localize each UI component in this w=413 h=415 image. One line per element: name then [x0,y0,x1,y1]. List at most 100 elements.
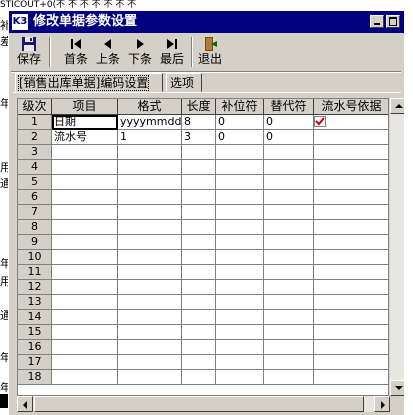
empty-cell[interactable] [118,280,182,295]
empty-cell[interactable] [264,280,314,295]
empty-cell[interactable] [216,220,264,235]
empty-cell[interactable] [52,145,118,160]
scroll-up-button[interactable] [390,98,404,114]
maximize-button[interactable] [386,15,400,28]
empty-cell[interactable] [264,265,314,280]
empty-cell[interactable] [264,205,314,220]
empty-cell[interactable] [118,370,182,385]
empty-cell[interactable] [314,265,388,280]
row-header[interactable]: 9 [18,235,52,250]
empty-cell[interactable] [52,235,118,250]
empty-cell[interactable] [52,295,118,310]
scroll-thumb[interactable] [34,396,364,412]
last-record-button[interactable]: 最后 [157,35,187,69]
empty-cell[interactable] [314,325,388,340]
empty-cell[interactable] [314,310,388,325]
empty-cell[interactable] [314,220,388,235]
cell-format[interactable]: yyyymmdd [118,115,182,130]
empty-cell[interactable] [216,325,264,340]
empty-cell[interactable] [314,340,388,355]
empty-cell[interactable] [314,250,388,265]
row-header[interactable]: 16 [18,340,52,355]
empty-cell[interactable] [182,235,216,250]
empty-cell[interactable] [314,190,388,205]
empty-cell[interactable] [216,340,264,355]
empty-cell[interactable] [182,295,216,310]
empty-cell[interactable] [52,325,118,340]
previous-record-button[interactable]: 上条 [93,35,123,69]
empty-cell[interactable] [264,340,314,355]
vertical-scrollbar[interactable] [390,98,404,396]
empty-cell[interactable] [182,205,216,220]
empty-cell[interactable] [314,280,388,295]
empty-cell[interactable] [118,355,182,370]
empty-cell[interactable] [118,160,182,175]
cell-replace[interactable]: 0 [264,130,314,145]
checkmark-icon[interactable] [314,116,326,127]
horizontal-scrollbar[interactable] [17,396,390,412]
empty-cell[interactable] [182,265,216,280]
column-header-level[interactable]: 级次 [18,99,52,115]
scroll-down-button[interactable] [390,380,404,396]
empty-cell[interactable] [264,310,314,325]
empty-cell[interactable] [118,310,182,325]
tab-code-settings[interactable]: [销售出库单据]编码设置 [15,73,163,92]
empty-cell[interactable] [264,175,314,190]
row-header[interactable]: 13 [18,295,52,310]
cell-item[interactable]: 流水号 [52,130,118,145]
cell-pad[interactable]: 0 [216,130,264,145]
tab-options[interactable]: 选项 [166,73,202,92]
empty-cell[interactable] [52,310,118,325]
empty-cell[interactable] [216,310,264,325]
minimize-button[interactable] [370,15,384,28]
next-record-button[interactable]: 下条 [125,35,155,69]
empty-cell[interactable] [216,190,264,205]
empty-cell[interactable] [216,175,264,190]
row-header[interactable]: 15 [18,325,52,340]
row-header[interactable]: 2 [18,130,52,145]
empty-cell[interactable] [216,265,264,280]
empty-cell[interactable] [314,295,388,310]
empty-cell[interactable] [216,160,264,175]
empty-cell[interactable] [314,175,388,190]
row-header[interactable]: 14 [18,310,52,325]
empty-cell[interactable] [52,250,118,265]
row-header[interactable]: 7 [18,205,52,220]
empty-cell[interactable] [216,205,264,220]
empty-cell[interactable] [118,340,182,355]
empty-cell[interactable] [216,235,264,250]
row-header[interactable]: 3 [18,145,52,160]
row-header[interactable]: 1 [18,115,52,130]
empty-cell[interactable] [264,295,314,310]
empty-cell[interactable] [182,355,216,370]
empty-cell[interactable] [52,160,118,175]
cell-pad[interactable]: 0 [216,115,264,130]
empty-cell[interactable] [118,205,182,220]
cell-format[interactable]: 1 [118,130,182,145]
empty-cell[interactable] [52,370,118,385]
empty-cell[interactable] [182,220,216,235]
empty-cell[interactable] [314,235,388,250]
empty-cell[interactable] [314,370,388,385]
empty-cell[interactable] [182,280,216,295]
column-header-replace[interactable]: 替代符 [264,99,314,115]
empty-cell[interactable] [216,355,264,370]
empty-cell[interactable] [216,145,264,160]
row-header[interactable]: 17 [18,355,52,370]
row-header[interactable]: 11 [18,265,52,280]
first-record-button[interactable]: 首条 [61,35,91,69]
empty-cell[interactable] [264,190,314,205]
row-header[interactable]: 12 [18,280,52,295]
column-header-format[interactable]: 格式 [118,99,182,115]
empty-cell[interactable] [264,370,314,385]
empty-cell[interactable] [118,175,182,190]
save-button[interactable]: 保存 [13,35,45,69]
empty-cell[interactable] [118,250,182,265]
empty-cell[interactable] [182,160,216,175]
empty-cell[interactable] [314,355,388,370]
empty-cell[interactable] [264,235,314,250]
empty-cell[interactable] [52,190,118,205]
empty-cell[interactable] [264,160,314,175]
row-header[interactable]: 4 [18,160,52,175]
empty-cell[interactable] [52,355,118,370]
